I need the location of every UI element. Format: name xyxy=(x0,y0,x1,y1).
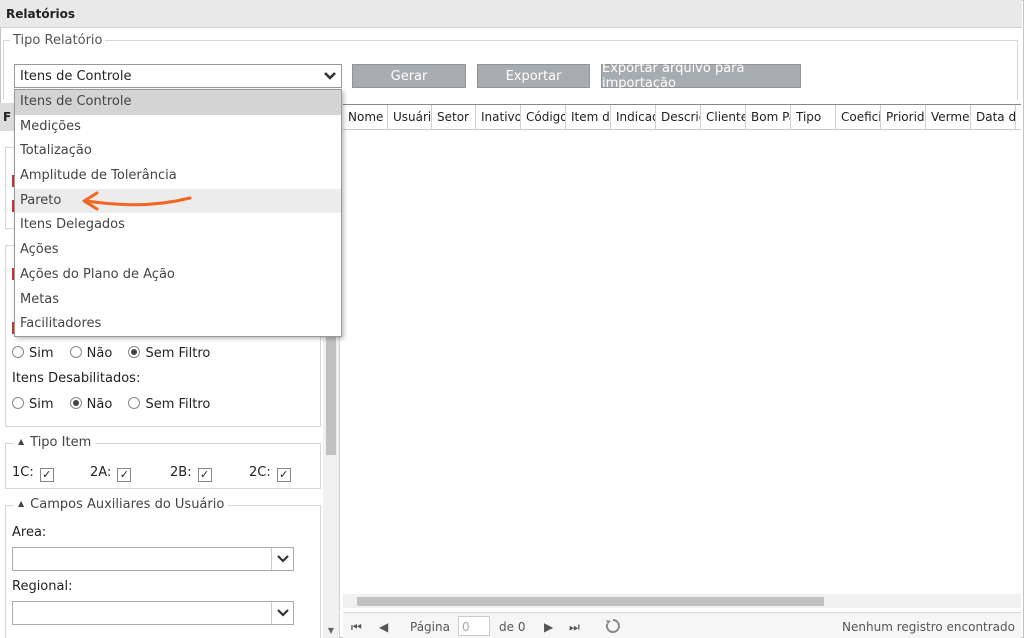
collapse-triangle-icon[interactable]: ▲ xyxy=(18,499,24,508)
radio-button[interactable] xyxy=(69,346,82,358)
column-header[interactable]: Descriç xyxy=(656,105,701,129)
column-header[interactable]: Vermel xyxy=(926,105,971,129)
column-header[interactable]: Código xyxy=(521,105,566,129)
last-page-icon[interactable]: ⏭ xyxy=(569,620,580,635)
grid-status-text: Nenhum registro encontrado xyxy=(842,620,1015,634)
column-header[interactable]: Priorid xyxy=(881,105,926,129)
itens-desabilitados-sem-filtro-option[interactable]: Sem Filtro xyxy=(128,397,210,412)
filter-panel-tab[interactable]: F xyxy=(0,103,14,131)
filter1-sem-filtro-option[interactable]: Sem Filtro xyxy=(128,346,210,361)
scroll-down-arrow-icon[interactable]: ▼ xyxy=(323,626,339,638)
radio-button[interactable] xyxy=(12,397,24,409)
itens-desabilitados-label: Itens Desabilitados: xyxy=(12,371,141,386)
exportar-arquivo-button[interactable]: Exportar arquivo para importação xyxy=(601,61,801,91)
chevron-down-icon[interactable] xyxy=(271,548,293,570)
filter1-sim-option[interactable]: Sim xyxy=(12,346,54,361)
radio-button[interactable] xyxy=(128,346,141,358)
tipo-relatorio-selected-value: Itens de Controle xyxy=(20,69,132,84)
filter1-radio-group: Sim Não Sem Filtro xyxy=(12,346,222,361)
tipo-relatorio-legend: Tipo Relatório xyxy=(10,33,106,48)
grid-pager: ⏮ ◀ Página 0 de 0 ▶ ⏭ Nenhum registro en… xyxy=(343,612,1021,638)
tipo-item-legend[interactable]: ▲ Tipo Item xyxy=(14,435,96,450)
area-select[interactable] xyxy=(12,547,294,571)
gerar-button[interactable]: Gerar xyxy=(352,64,466,88)
tipo-relatorio-select[interactable]: Itens de Controle xyxy=(14,64,342,88)
radio-button[interactable] xyxy=(69,397,82,409)
dropdown-option[interactable]: Metas xyxy=(15,288,341,313)
dropdown-option[interactable]: Amplitude de Tolerância xyxy=(15,164,341,189)
dropdown-option[interactable]: Facilitadores xyxy=(15,312,341,337)
itens-desabilitados-nao-option[interactable]: Não xyxy=(69,397,112,412)
collapse-triangle-icon[interactable]: ▲ xyxy=(18,437,24,446)
page-count-label: de 0 xyxy=(499,620,526,634)
checkbox-checked-icon[interactable]: ✓ xyxy=(117,468,132,482)
column-header[interactable]: Usuário xyxy=(388,105,432,129)
column-header[interactable]: Cliente xyxy=(701,105,746,129)
tipo-item-2b[interactable]: 2B: ✓ xyxy=(170,465,212,482)
dropdown-option[interactable]: Ações do Plano de Ação xyxy=(15,263,341,288)
page-title: Relatórios xyxy=(0,0,1022,28)
regional-label: Regional: xyxy=(12,579,73,594)
page-number-input[interactable]: 0 xyxy=(458,616,490,636)
prev-page-icon[interactable]: ◀ xyxy=(379,620,388,634)
radio-button[interactable] xyxy=(12,346,24,358)
column-header[interactable]: Coefici xyxy=(836,105,881,129)
tipo-item-2a[interactable]: 2A: ✓ xyxy=(90,465,132,482)
column-header[interactable]: Inativo xyxy=(476,105,521,129)
chevron-down-icon[interactable] xyxy=(319,65,341,87)
column-header[interactable]: Data d xyxy=(971,105,1016,129)
dropdown-option[interactable]: Medições xyxy=(15,115,341,140)
grid-horizontal-scrollbar-thumb[interactable] xyxy=(357,597,824,606)
column-header[interactable]: Item de xyxy=(566,105,611,129)
column-header[interactable]: Nome xyxy=(343,105,388,129)
tipo-item-2c[interactable]: 2C: ✓ xyxy=(249,465,291,482)
area-label: Area: xyxy=(12,525,47,540)
itens-desabilitados-sim-option[interactable]: Sim xyxy=(12,397,54,412)
itens-desabilitados-radio-group: Sim Não Sem Filtro xyxy=(12,397,222,412)
dropdown-option[interactable]: Ações xyxy=(15,238,341,263)
next-page-icon[interactable]: ▶ xyxy=(544,620,553,634)
regional-select[interactable] xyxy=(12,601,294,625)
dropdown-option[interactable]: Itens de Controle xyxy=(15,90,341,115)
first-page-icon[interactable]: ⏮ xyxy=(351,620,362,635)
campos-auxiliares-legend[interactable]: ▲ Campos Auxiliares do Usuário xyxy=(14,497,229,512)
column-header[interactable]: Bom Pa xyxy=(746,105,791,129)
column-header[interactable]: Setor xyxy=(432,105,476,129)
exportar-button[interactable]: Exportar xyxy=(477,64,590,88)
dropdown-option[interactable]: Totalização xyxy=(15,139,341,164)
grid-header: Nome Usuário Setor Inativo Código Item d… xyxy=(343,104,1021,130)
column-header[interactable]: Tipo xyxy=(791,105,836,129)
checkbox-checked-icon[interactable]: ✓ xyxy=(276,468,291,482)
dropdown-option[interactable]: Itens Delegados xyxy=(15,213,341,238)
refresh-icon[interactable] xyxy=(605,618,621,637)
annotation-arrow-icon xyxy=(82,191,192,211)
radio-button[interactable] xyxy=(128,397,141,409)
checkbox-checked-icon[interactable]: ✓ xyxy=(197,468,212,482)
chevron-down-icon[interactable] xyxy=(271,602,293,624)
filter1-nao-option[interactable]: Não xyxy=(69,346,112,361)
page-label: Página xyxy=(410,620,450,634)
tipo-item-1c[interactable]: 1C: ✓ xyxy=(12,465,54,482)
column-header[interactable]: Indicad xyxy=(611,105,656,129)
checkbox-checked-icon[interactable]: ✓ xyxy=(39,468,54,482)
